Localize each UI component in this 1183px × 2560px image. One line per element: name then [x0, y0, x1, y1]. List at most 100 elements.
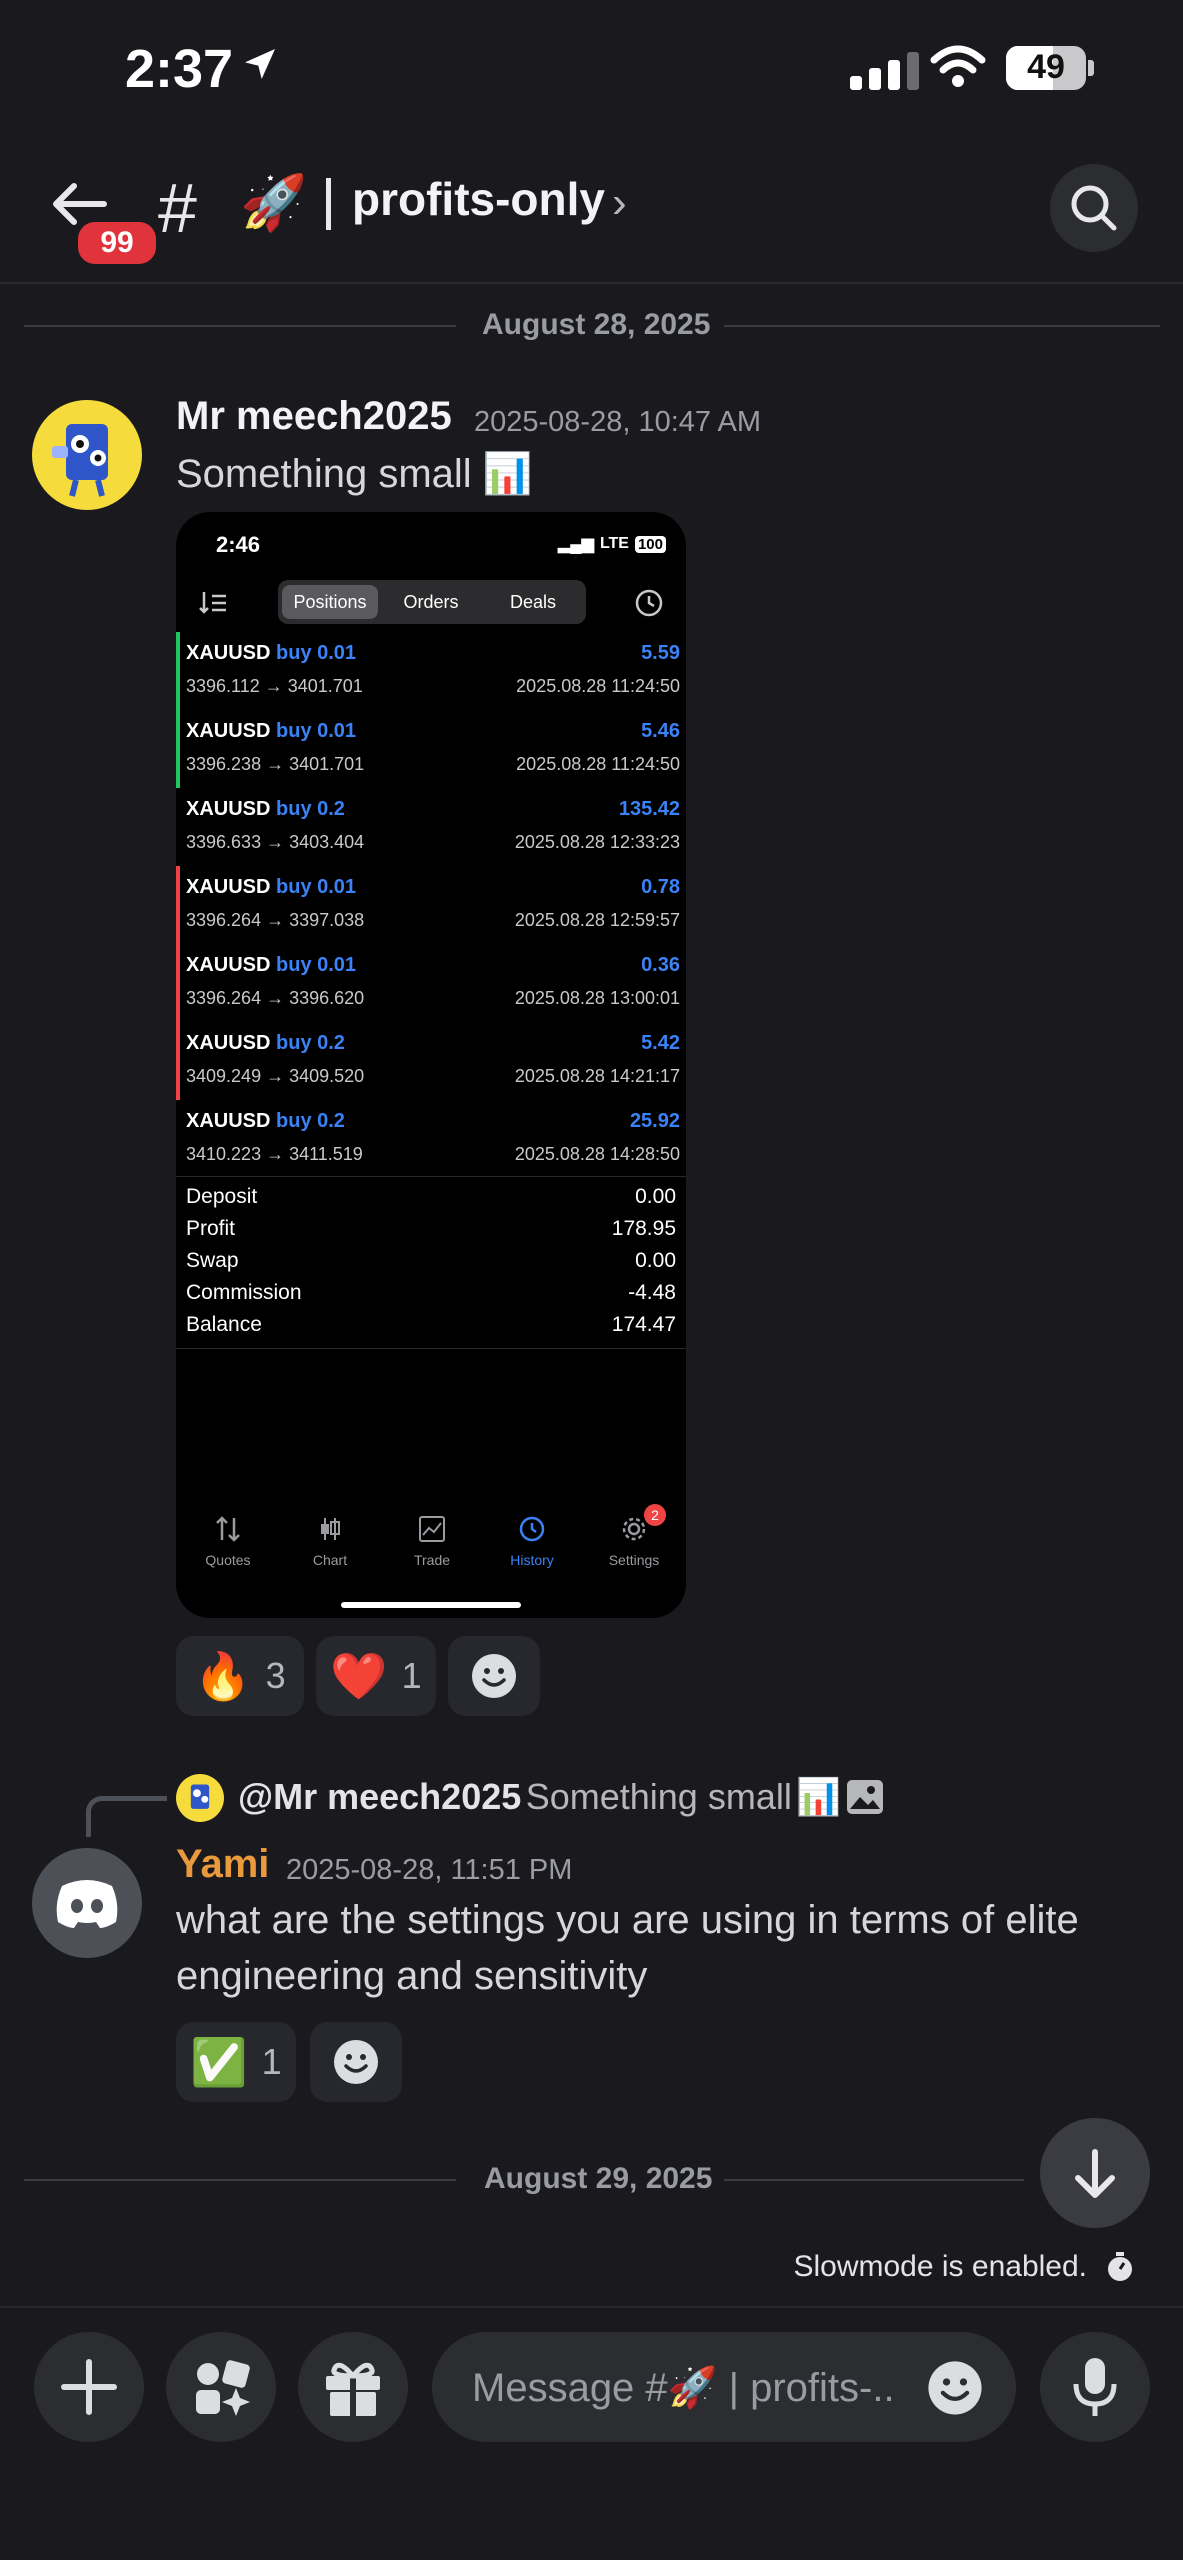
search-button[interactable] — [1050, 164, 1138, 252]
tab-label: Trade — [413, 1552, 451, 1568]
trade-symbol-line: XAUUSD buy 0.01 — [186, 720, 356, 743]
tab-label: Settings — [608, 1552, 660, 1568]
tab-label: Quotes — [205, 1552, 251, 1568]
date-divider-line — [724, 2179, 1024, 2181]
reply-preview[interactable]: @Mr meech2025 Something small 📊 — [238, 1776, 884, 1818]
trade-bar — [176, 632, 180, 710]
apps-button[interactable] — [166, 2332, 276, 2442]
message-text-line2: engineering and sensitivity — [176, 1954, 648, 1998]
plus-icon — [61, 2359, 117, 2415]
voice-message-button[interactable] — [1040, 2332, 1150, 2442]
microphone-icon — [1073, 2358, 1117, 2416]
jump-to-latest-button[interactable] — [1040, 2118, 1150, 2228]
reply-author: @Mr meech2025 — [238, 1776, 522, 1817]
sort-icon — [199, 592, 226, 614]
channel-hash-icon: # — [158, 169, 197, 247]
message-author[interactable]: Yami — [176, 1842, 269, 1887]
attachment-status-time: 2:46 — [216, 532, 261, 557]
trade-datetime: 2025.08.28 13:00:01 — [514, 988, 680, 1008]
summary-value: 178.95 — [611, 1217, 676, 1240]
channel-name[interactable]: profits-only — [352, 172, 605, 226]
date-divider-line — [24, 2179, 456, 2181]
apps-icon — [196, 2360, 250, 2416]
message-author[interactable]: Mr meech2025 — [176, 394, 452, 439]
trade-symbol: XAUUSD — [186, 720, 271, 742]
message-body: Something small 📊 — [176, 446, 533, 502]
trade-symbol: XAUUSD — [186, 1032, 271, 1054]
trade-symbol-line: XAUUSD buy 0.2 — [186, 798, 345, 821]
trade-prices: 3396.264 → 3397.038 — [186, 910, 365, 930]
date-divider-label: August 28, 2025 — [482, 308, 711, 341]
summary-row-swap: Swap 0.00 — [186, 1249, 676, 1281]
reaction-count: 1 — [401, 1655, 422, 1696]
stopwatch-icon — [1108, 2252, 1132, 2281]
trade-prices: 3396.264 → 3396.620 — [186, 988, 365, 1008]
slowmode-text: Slowmode is enabled. — [793, 2250, 1087, 2283]
smiley-icon — [472, 1654, 516, 1698]
message-text: Something small — [176, 452, 472, 496]
reaction-heart[interactable]: ❤️ 1 — [316, 1636, 436, 1716]
tab-orders: Orders — [403, 592, 459, 612]
trade-symbol-line: XAUUSD buy 0.01 — [186, 876, 356, 899]
add-attachment-button[interactable] — [34, 2332, 144, 2442]
reply-text: Something small — [525, 1776, 792, 1817]
reaction-check[interactable]: ✅ 1 — [176, 2022, 296, 2102]
slowmode-notice: Slowmode is enabled. — [793, 2250, 1135, 2284]
trade-bar — [176, 1022, 180, 1100]
image-attachment[interactable]: 2:46 ▂▄▆ LTE 100 Positions Orders Deals … — [176, 512, 686, 1618]
reaction-fire[interactable]: 🔥 3 — [176, 1636, 304, 1716]
trade-bar — [176, 710, 180, 788]
cellular-signal-icon — [850, 52, 919, 90]
wifi-icon — [930, 45, 986, 87]
trade-side: buy 0.01 — [276, 642, 357, 664]
trade-datetime: 2025.08.28 14:21:17 — [514, 1066, 680, 1086]
reply-avatar — [176, 1774, 224, 1822]
arrow-down-icon — [1075, 2149, 1115, 2198]
trade-symbol: XAUUSD — [186, 876, 271, 898]
add-reaction-button[interactable] — [448, 1636, 540, 1716]
search-icon — [1071, 185, 1117, 231]
message-timestamp: 2025-08-28, 11:51 PM — [286, 1854, 573, 1886]
attachment-status-icons: ▂▄▆ LTE 100 — [558, 534, 666, 554]
trade-bar — [176, 866, 180, 944]
chart-emoji: 📊 — [482, 452, 533, 496]
summary-row-balance: Balance 174.47 — [186, 1313, 676, 1345]
smiley-icon — [334, 2040, 378, 2084]
trade-datetime: 2025.08.28 12:33:23 — [514, 832, 680, 852]
emoji-picker-icon[interactable] — [926, 2359, 984, 2417]
bottom-tab-trade: Trade — [382, 1514, 482, 1568]
gift-button[interactable] — [298, 2332, 408, 2442]
trade-row: XAUUSD buy 0.01 0.36 3396.264 → 3396.620… — [176, 944, 686, 1022]
candlestick-icon — [321, 1518, 340, 1540]
trade-pnl: 5.46 — [641, 720, 680, 742]
trade-prices: 3410.223 → 3411.519 — [186, 1144, 363, 1164]
trade-row: XAUUSD buy 0.01 5.59 3396.112 → 3401.701… — [176, 632, 686, 710]
summary-label: Balance — [186, 1313, 262, 1336]
author-avatar[interactable] — [32, 1848, 142, 1958]
trade-chart-icon — [419, 1516, 445, 1542]
trade-prices: 3409.249 → 3409.520 — [186, 1066, 365, 1086]
history-segmented-control: Positions Orders Deals — [278, 580, 586, 624]
chevron-right-icon[interactable]: › — [612, 178, 627, 228]
trade-row: XAUUSD buy 0.01 5.46 3396.238 → 3401.701… — [176, 710, 686, 788]
robot-avatar-icon — [52, 424, 108, 497]
trade-symbol: XAUUSD — [186, 1110, 271, 1132]
trade-datetime: 2025.08.28 12:59:57 — [514, 910, 680, 930]
fire-emoji: 🔥 — [194, 1649, 252, 1702]
home-indicator — [341, 1602, 521, 1608]
unread-badge: 99 — [74, 218, 160, 268]
tab-positions: Positions — [282, 585, 378, 619]
add-reaction-button[interactable] — [310, 2022, 402, 2102]
message-input[interactable]: Message #🚀 | profits-.. — [432, 2332, 1016, 2442]
author-avatar[interactable] — [32, 400, 142, 510]
battery-icon: 49 — [1006, 46, 1086, 90]
summary-value: 0.00 — [635, 1185, 676, 1208]
summary-row-profit: Profit 178.95 — [186, 1217, 676, 1249]
tab-deals: Deals — [509, 592, 557, 612]
trade-prices: 3396.112 → 3401.701 — [186, 676, 363, 696]
trade-row: XAUUSD buy 0.2 5.42 3409.249 → 3409.520 … — [176, 1022, 686, 1100]
summary-label: Deposit — [186, 1185, 258, 1208]
image-icon — [846, 1780, 883, 1814]
gift-icon — [326, 2362, 380, 2416]
attachment-signal-icon: ▂▄▆ — [557, 536, 594, 553]
